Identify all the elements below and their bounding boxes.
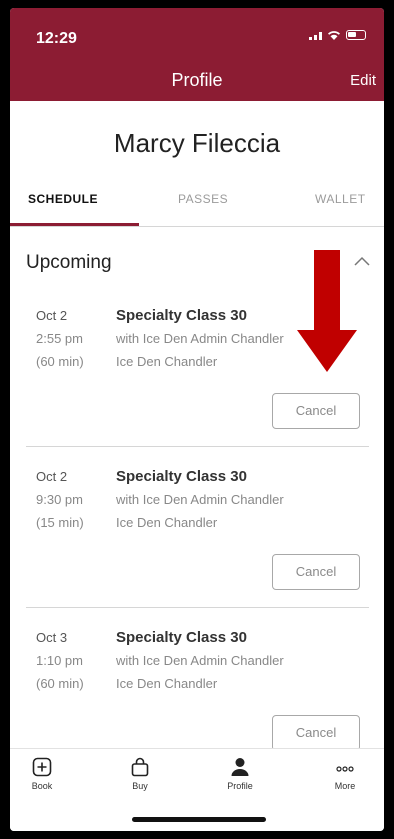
tab-schedule[interactable]: SCHEDULE: [28, 192, 98, 206]
tabbar-book[interactable]: Book: [12, 757, 72, 791]
tabbar-more[interactable]: More: [315, 757, 375, 791]
class-date: Oct 2: [36, 469, 68, 484]
class-name[interactable]: Specialty Class 30: [116, 465, 284, 488]
class-duration: (60 min): [36, 354, 84, 369]
annotation-arrow-icon: [297, 250, 357, 372]
class-location: Ice Den Chandler: [116, 354, 218, 369]
class-location: Ice Den Chandler: [116, 676, 218, 691]
wifi-icon: [328, 31, 340, 40]
class-duration: (60 min): [36, 676, 84, 691]
class-info: Specialty Class 30 with Ice Den Admin Ch…: [116, 626, 284, 695]
status-time: 12:29: [36, 30, 77, 47]
class-instructor: with Ice Den Admin Chandler: [116, 331, 284, 346]
home-indicator: [132, 817, 266, 822]
plus-square-icon: [32, 757, 52, 777]
app-header: 12:29 Profile Edit: [10, 8, 384, 101]
page-title: Profile: [171, 70, 223, 90]
more-dots-icon: [336, 766, 354, 772]
class-info: Specialty Class 30 with Ice Den Admin Ch…: [116, 304, 284, 373]
profile-name: Marcy Fileccia: [113, 128, 281, 158]
list-item: Oct 3 1:10 pm (60 min) Specialty Class 3…: [26, 626, 369, 751]
time-column: Oct 3 1:10 pm (60 min): [36, 626, 84, 695]
cancel-button[interactable]: Cancel: [272, 715, 360, 751]
edit-button[interactable]: Edit: [350, 72, 376, 89]
tabbar-label: Book: [31, 781, 53, 791]
class-name[interactable]: Specialty Class 30: [116, 304, 284, 327]
tabbar-label: Profile: [227, 781, 253, 791]
cancel-button[interactable]: Cancel: [272, 554, 360, 590]
class-name[interactable]: Specialty Class 30: [116, 626, 284, 649]
time-column: Oct 2 2:55 pm (60 min): [36, 304, 84, 373]
tab-passes[interactable]: PASSES: [178, 192, 228, 206]
status-icons: [309, 30, 366, 40]
person-icon: [231, 758, 249, 776]
list-item: Oct 2 9:30 pm (15 min) Specialty Class 3…: [26, 465, 369, 608]
class-date: Oct 2: [36, 308, 68, 323]
time-column: Oct 2 9:30 pm (15 min): [36, 465, 84, 534]
class-duration: (15 min): [36, 515, 84, 530]
profile-tabs: SCHEDULE PASSES WALLET: [10, 188, 384, 227]
phone-screen: 12:29 Profile Edit Marcy Fileccia SCHEDU…: [10, 8, 384, 831]
class-instructor: with Ice Den Admin Chandler: [116, 653, 284, 668]
cancel-button[interactable]: Cancel: [272, 393, 360, 429]
signal-icon: [309, 30, 322, 40]
upcoming-heading: Upcoming: [26, 252, 112, 273]
battery-icon: [346, 30, 366, 40]
class-date: Oct 3: [36, 630, 68, 645]
class-info: Specialty Class 30 with Ice Den Admin Ch…: [116, 465, 284, 534]
tab-wallet[interactable]: WALLET: [315, 192, 366, 206]
class-time: 9:30 pm: [36, 492, 83, 507]
class-location: Ice Den Chandler: [116, 515, 218, 530]
active-tab-indicator: [10, 223, 139, 226]
tabbar-label: More: [334, 781, 356, 791]
tabbar-profile[interactable]: Profile: [210, 757, 270, 791]
class-instructor: with Ice Den Admin Chandler: [116, 492, 284, 507]
shopping-bag-icon: [131, 757, 149, 777]
tabbar-label: Buy: [132, 781, 148, 791]
tabbar-buy[interactable]: Buy: [110, 757, 170, 791]
class-time: 1:10 pm: [36, 653, 83, 668]
class-time: 2:55 pm: [36, 331, 83, 346]
